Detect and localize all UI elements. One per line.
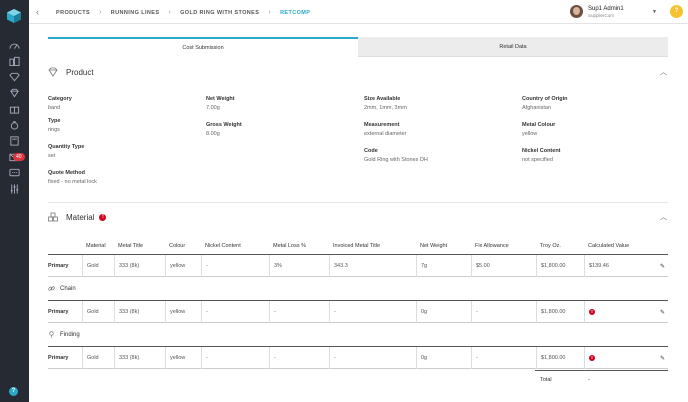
breadcrumb-separator-icon: › bbox=[99, 9, 102, 16]
col-net-weight: Net Weight bbox=[420, 243, 448, 249]
col-troy-oz: Troy Oz. bbox=[540, 243, 561, 249]
table-row: Primary Gold 333 (8k) yellow - - - 0g - … bbox=[48, 300, 668, 323]
user-name: Sup1 Admin1 bbox=[588, 5, 624, 12]
diamond-icon[interactable] bbox=[8, 72, 20, 82]
field-category: Category band bbox=[48, 96, 72, 111]
help-button[interactable]: ? bbox=[670, 5, 683, 18]
collapse-chevron-icon[interactable]: ︿ bbox=[660, 67, 667, 77]
table-row: Primary Gold 333 (8k) yellow - - - 0g - … bbox=[48, 346, 668, 369]
col-metal-loss: Metal Loss % bbox=[273, 243, 307, 249]
col-metal-title: Metal Title bbox=[118, 243, 144, 249]
material-section-header[interactable]: Material ! bbox=[48, 212, 107, 222]
collapse-chevron-icon[interactable]: ︿ bbox=[660, 212, 667, 222]
field-measurement: Measurement external diameter bbox=[364, 122, 407, 137]
top-bar: ‹ PRODUCTS › RUNNING LINES › GOLD RING W… bbox=[29, 0, 688, 24]
user-menu[interactable]: Sup1 Admin1 SupplierCom bbox=[570, 5, 624, 18]
col-calculated-value: Calculated Value bbox=[588, 243, 630, 249]
user-menu-caret-icon[interactable]: ▼ bbox=[652, 9, 657, 15]
diamond-icon bbox=[48, 67, 58, 77]
gold-bars-icon bbox=[48, 212, 58, 222]
total-divider bbox=[535, 370, 668, 371]
error-icon[interactable]: ! bbox=[589, 309, 595, 315]
chain-subheader: Chain bbox=[48, 285, 76, 292]
breadcrumb-current: RETCOMP bbox=[280, 9, 311, 16]
buildings-icon[interactable] bbox=[8, 56, 20, 66]
back-chevron-icon[interactable]: ‹ bbox=[36, 7, 39, 17]
col-colour: Colour bbox=[169, 243, 186, 249]
breadcrumb: PRODUCTS › RUNNING LINES › GOLD RING WIT… bbox=[56, 9, 310, 16]
field-country-of-origin: Country of Origin Afghanistan bbox=[522, 96, 568, 111]
help-icon[interactable]: ? bbox=[9, 387, 18, 396]
col-nickel-content: Nickel Content bbox=[205, 243, 241, 249]
user-company: SupplierCom bbox=[588, 12, 615, 18]
gift-icon[interactable] bbox=[8, 104, 20, 114]
finding-pin-icon bbox=[49, 331, 54, 338]
edit-pencil-icon[interactable]: ✎ bbox=[660, 263, 665, 270]
breadcrumb-gold-ring[interactable]: GOLD RING WITH STONES bbox=[180, 10, 259, 16]
edit-pencil-icon[interactable]: ✎ bbox=[660, 355, 665, 362]
breadcrumb-separator-icon: › bbox=[168, 9, 172, 16]
section-divider bbox=[48, 202, 668, 203]
field-gross-weight: Gross Weight 8.00g bbox=[206, 122, 242, 137]
gem-icon[interactable] bbox=[8, 88, 20, 98]
field-size-available: Size Available 2mm, 1mm, 3mm bbox=[364, 96, 407, 111]
tab-bar: Cost Submission Retail Data bbox=[48, 37, 668, 57]
tab-cost-submission[interactable]: Cost Submission bbox=[48, 37, 358, 57]
total-value: - bbox=[588, 377, 590, 383]
field-metal-colour: Metal Colour yellow bbox=[522, 122, 556, 137]
product-section-header[interactable]: Product bbox=[48, 67, 94, 77]
dashboard-icon[interactable] bbox=[8, 40, 20, 50]
finding-subheader: Finding bbox=[48, 331, 80, 338]
ring-icon[interactable] bbox=[8, 120, 20, 130]
sidebar: 40 ? bbox=[0, 0, 29, 402]
material-title: Material bbox=[66, 212, 95, 222]
chat-icon[interactable] bbox=[8, 168, 20, 178]
notification-badge: 40 bbox=[13, 153, 25, 161]
field-net-weight: Net Weight 7.00g bbox=[206, 96, 235, 111]
table-row: Primary Gold 333 (8k) yellow - 3% 343.3 … bbox=[48, 254, 668, 277]
edit-pencil-icon[interactable]: ✎ bbox=[660, 309, 665, 316]
col-invoiced-metal-title: Invoiced Metal Title bbox=[333, 243, 381, 249]
total-label: Total bbox=[540, 377, 552, 383]
warning-icon[interactable]: ! bbox=[99, 213, 107, 221]
chain-link-icon bbox=[48, 286, 55, 291]
field-type: Type rings bbox=[48, 118, 61, 133]
product-title: Product bbox=[66, 67, 94, 77]
app-logo-icon[interactable] bbox=[6, 8, 22, 24]
col-material: Material bbox=[86, 243, 106, 249]
breadcrumb-separator-icon: › bbox=[268, 9, 272, 16]
tab-retail-data[interactable]: Retail Data bbox=[358, 37, 668, 57]
error-icon[interactable]: ! bbox=[589, 355, 595, 361]
field-quantity-type: Quantity Type set bbox=[48, 144, 85, 159]
field-nickel-content: Nickel Content not specified bbox=[522, 148, 561, 163]
settings-sliders-icon[interactable] bbox=[8, 184, 20, 194]
field-quote-method: Quote Method fixed - no metal lock bbox=[48, 170, 97, 185]
calculator-icon[interactable] bbox=[8, 136, 20, 146]
col-fix-allowance: Fix Allowance bbox=[475, 243, 509, 249]
field-code: Code Gold Ring with Stones DH bbox=[364, 148, 428, 163]
avatar[interactable] bbox=[570, 5, 583, 18]
breadcrumb-products[interactable]: PRODUCTS bbox=[56, 10, 90, 16]
breadcrumb-running-lines[interactable]: RUNNING LINES bbox=[111, 10, 160, 16]
